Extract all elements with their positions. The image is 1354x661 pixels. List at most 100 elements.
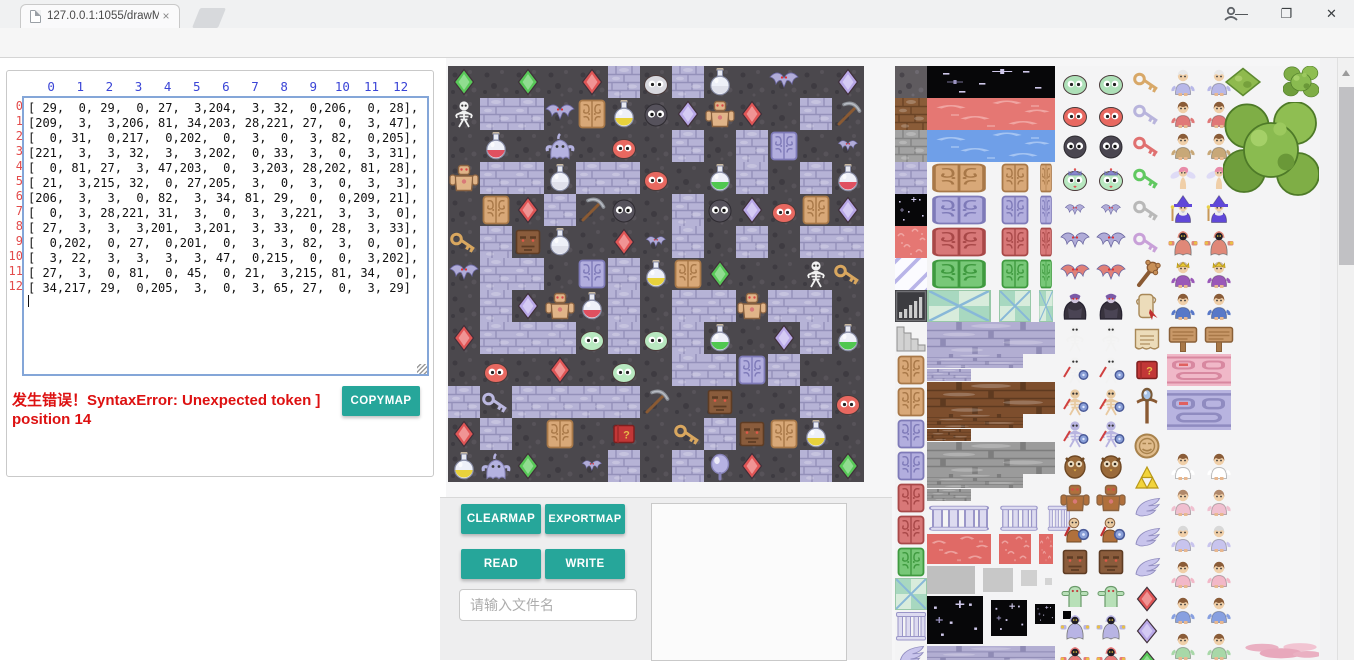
tileset-sprite[interactable]: [927, 504, 991, 532]
map-tile[interactable]: [704, 290, 736, 322]
map-tile[interactable]: [832, 290, 864, 322]
map-tile[interactable]: [800, 322, 832, 354]
tileset-sprite[interactable]: [895, 450, 927, 482]
tileset-sprite[interactable]: [895, 514, 927, 546]
tileset-sprite[interactable]: [895, 642, 927, 660]
tileset-sprite[interactable]: [927, 428, 971, 440]
map-tile[interactable]: [512, 162, 544, 194]
map-tile[interactable]: [640, 386, 672, 418]
map-tile[interactable]: [800, 418, 832, 450]
map-tile[interactable]: [640, 130, 672, 162]
tileset-sprite[interactable]: [1095, 450, 1127, 482]
tileset-sprite[interactable]: [895, 418, 927, 450]
tileset-sprite[interactable]: [895, 482, 927, 514]
map-tile[interactable]: [640, 194, 672, 226]
map-tile[interactable]: [832, 322, 864, 354]
map-tile[interactable]: [832, 354, 864, 386]
clearmap-button[interactable]: CLEARMAP: [461, 504, 541, 534]
tileset-sprite[interactable]: [927, 98, 1055, 130]
map-tile[interactable]: [832, 194, 864, 226]
map-tile[interactable]: [608, 450, 640, 482]
browser-tab[interactable]: 127.0.0.1:1055/drawMa ×: [20, 4, 180, 28]
map-tile[interactable]: [672, 418, 704, 450]
tileset-sprite[interactable]: [927, 442, 1055, 474]
map-tile[interactable]: [544, 194, 576, 226]
map-tile[interactable]: [832, 162, 864, 194]
tileset-sprite[interactable]: [1095, 482, 1127, 514]
tileset-sprite[interactable]: [927, 194, 991, 226]
tileset-sprite[interactable]: [1131, 258, 1163, 290]
map-tile[interactable]: [544, 450, 576, 482]
tileset-sprite[interactable]: [1059, 66, 1091, 98]
map-tile[interactable]: [832, 226, 864, 258]
tileset-sprite[interactable]: [1167, 130, 1199, 162]
tileset-sprite[interactable]: [1059, 514, 1091, 546]
map-tile[interactable]: [768, 450, 800, 482]
map-tile[interactable]: [736, 386, 768, 418]
tileset-sprite[interactable]: [1095, 322, 1127, 354]
map-tile[interactable]: [448, 418, 480, 450]
tileset-sprite[interactable]: [927, 488, 971, 500]
map-tile[interactable]: [672, 290, 704, 322]
tileset-sprite[interactable]: [1131, 616, 1163, 646]
map-tile[interactable]: [576, 418, 608, 450]
filename-input[interactable]: [459, 589, 637, 621]
tileset-sprite[interactable]: [927, 258, 991, 290]
tileset-sprite[interactable]: [1223, 66, 1263, 98]
map-tile[interactable]: [544, 226, 576, 258]
map-tile[interactable]: [640, 162, 672, 194]
tileset-sprite[interactable]: [999, 162, 1031, 194]
tileset-sprite[interactable]: [1203, 486, 1235, 518]
tileset-sprite[interactable]: [1039, 194, 1053, 226]
map-tile[interactable]: [800, 258, 832, 290]
tileset-sprite[interactable]: [927, 566, 975, 594]
map-tile[interactable]: [608, 354, 640, 386]
tileset-sprite[interactable]: [991, 600, 1027, 636]
tileset-sprite[interactable]: [1203, 194, 1235, 226]
map-tile[interactable]: [672, 66, 704, 98]
map-tile[interactable]: [512, 226, 544, 258]
map-tile[interactable]: [448, 290, 480, 322]
map-tile[interactable]: [480, 354, 512, 386]
map-tile[interactable]: [448, 450, 480, 482]
tileset-sprite[interactable]: [1167, 98, 1199, 130]
map-tile[interactable]: [544, 130, 576, 162]
map-tile[interactable]: [576, 66, 608, 98]
tileset-sprite[interactable]: [895, 354, 927, 386]
map-tile[interactable]: [768, 226, 800, 258]
map-tile[interactable]: [608, 386, 640, 418]
tileset-sprite[interactable]: [1059, 482, 1091, 514]
map-tile[interactable]: [832, 418, 864, 450]
matrix-textarea[interactable]: [22, 96, 429, 376]
map-tile[interactable]: [576, 258, 608, 290]
tileset-sprite[interactable]: [1167, 390, 1231, 430]
tileset-sprite[interactable]: [895, 290, 927, 322]
tileset-sprite[interactable]: [1059, 578, 1091, 610]
map-tile[interactable]: [704, 450, 736, 482]
map-tile[interactable]: [736, 162, 768, 194]
map-tile[interactable]: [608, 194, 640, 226]
map-canvas[interactable]: ?: [448, 66, 864, 482]
tileset-sprite[interactable]: [1131, 524, 1163, 552]
map-tile[interactable]: [448, 386, 480, 418]
tileset-sprite[interactable]: [1059, 98, 1091, 130]
map-tile[interactable]: [672, 386, 704, 418]
tileset-sprite[interactable]: [927, 368, 971, 380]
tileset-sprite[interactable]: [1059, 226, 1091, 258]
map-tile[interactable]: [448, 98, 480, 130]
map-tile[interactable]: [480, 194, 512, 226]
map-tile[interactable]: [672, 322, 704, 354]
map-tile[interactable]: [832, 98, 864, 130]
tileset-sprite[interactable]: [1167, 258, 1199, 290]
tileset-sprite[interactable]: [895, 130, 927, 162]
map-tile[interactable]: [448, 322, 480, 354]
map-tile[interactable]: [800, 386, 832, 418]
tileset-sprite[interactable]: [1039, 162, 1053, 194]
map-tile[interactable]: [800, 130, 832, 162]
tileset-sprite[interactable]: [1167, 450, 1199, 482]
tileset-palette[interactable]: ?: [895, 66, 1320, 660]
map-tile[interactable]: [512, 386, 544, 418]
tileset-sprite[interactable]: [1059, 162, 1091, 194]
tileset-sprite[interactable]: [927, 66, 1055, 98]
tileset-sprite[interactable]: [1131, 462, 1163, 494]
